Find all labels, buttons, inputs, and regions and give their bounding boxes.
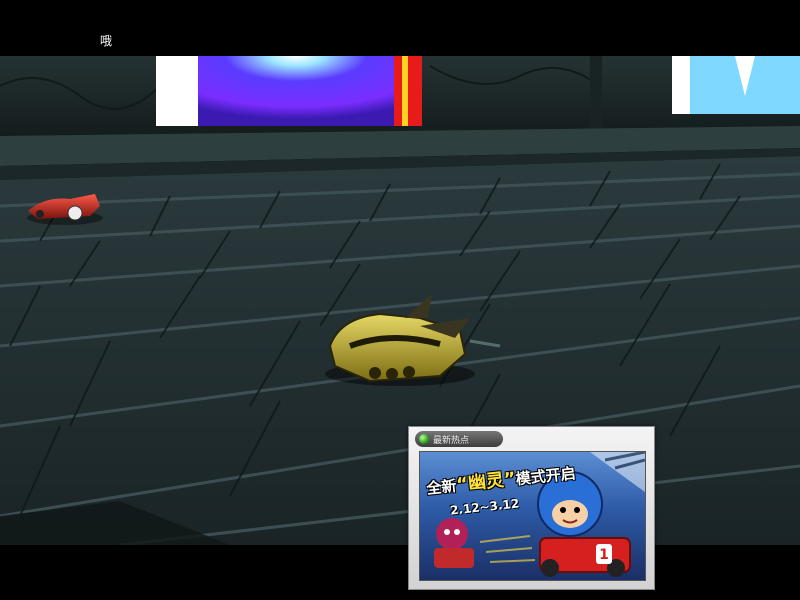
event-title-prefix: 全新 bbox=[425, 476, 458, 498]
popup-header: 最新热点 bbox=[415, 431, 503, 447]
popup-title: 最新热点 bbox=[433, 435, 470, 446]
letterbox-top bbox=[0, 0, 800, 56]
race-track-scene bbox=[0, 56, 800, 545]
game-viewport: 哦 最新热点 1 全新“幽灵”模式开启 2.12~3.12 bbox=[0, 0, 800, 600]
status-light-icon bbox=[419, 434, 429, 444]
chat-message: 哦 bbox=[100, 34, 113, 48]
letterbox-bottom bbox=[0, 545, 800, 600]
event-banner[interactable]: 1 全新“幽灵”模式开启 2.12~3.12 bbox=[419, 451, 646, 581]
speed-lines bbox=[479, 535, 536, 563]
news-popup[interactable]: 最新热点 1 全新“幽灵”模式开启 2.12~3.12 bbox=[408, 426, 655, 590]
kart-number: 1 bbox=[599, 547, 609, 563]
mascot-racer bbox=[537, 471, 631, 577]
event-title-suffix: 模式开启 bbox=[514, 464, 577, 489]
back-wall bbox=[0, 56, 800, 136]
ghost-racer bbox=[434, 518, 474, 568]
